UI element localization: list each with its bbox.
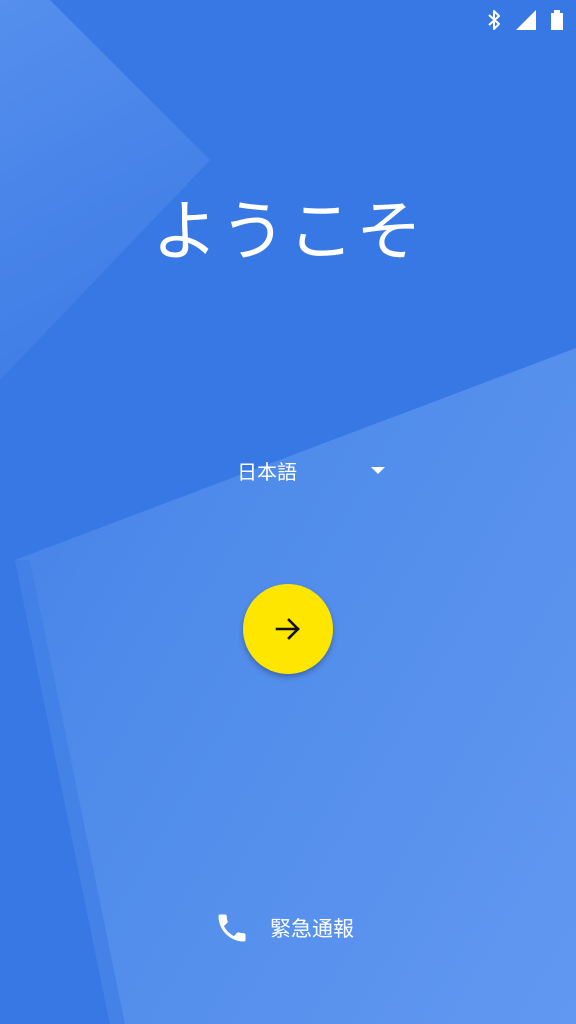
setup-welcome-screen: ようこそ 日本語 緊急通報 [0,0,576,1024]
arrow-right-icon [275,618,300,640]
emergency-call-label: 緊急通報 [270,917,354,941]
phone-icon [218,914,246,942]
emergency-call-button[interactable]: 緊急通報 [214,908,354,948]
language-selected-value: 日本語 [237,459,297,484]
dropdown-arrow-icon [371,466,385,474]
status-bar [486,0,576,40]
next-button[interactable] [243,584,333,674]
language-dropdown[interactable]: 日本語 [225,452,395,488]
battery-icon [551,10,563,30]
signal-icon [516,10,536,30]
welcome-title: ようこそ [152,193,424,270]
bluetooth-icon [488,10,500,30]
